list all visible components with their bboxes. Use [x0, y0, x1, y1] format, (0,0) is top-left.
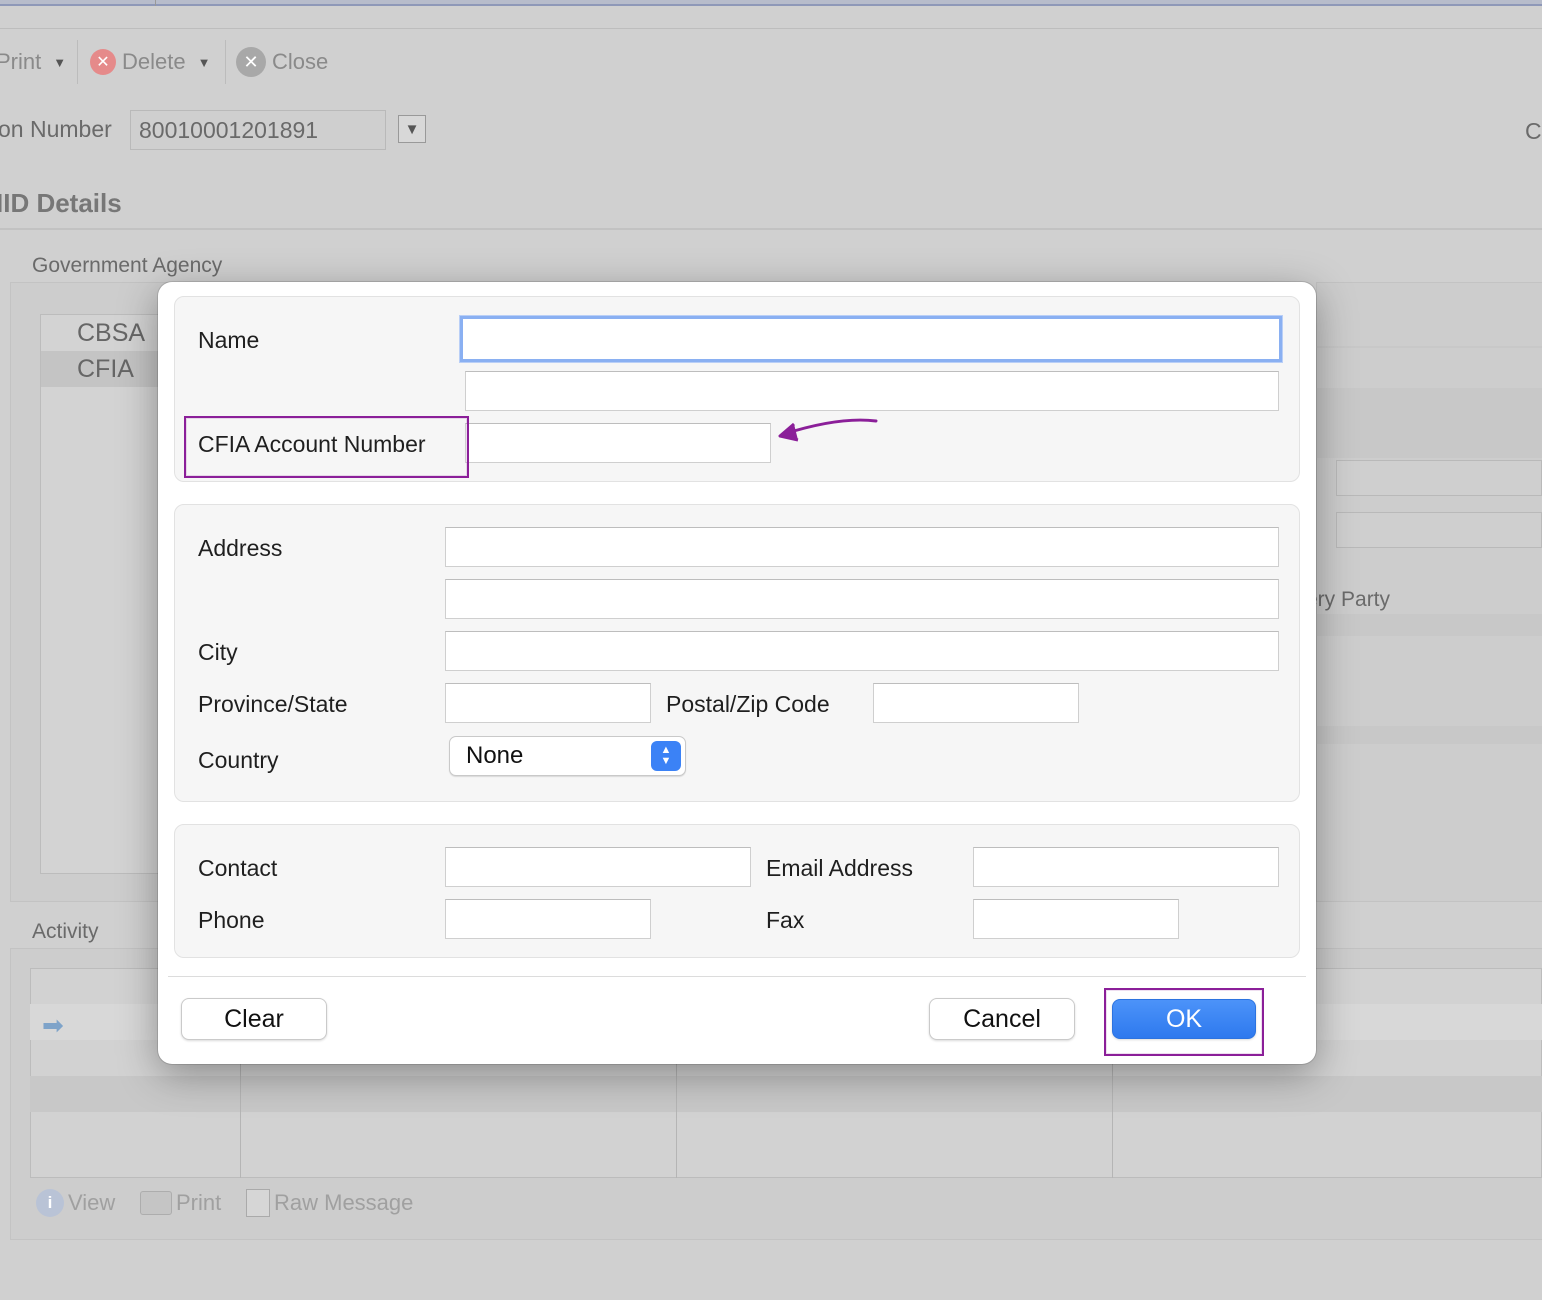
dropdown-arrow-icon: ▼: [404, 120, 420, 138]
delete-menu-button[interactable]: ✕ Delete ▼: [90, 46, 210, 78]
section-heading: IID Details: [0, 188, 122, 218]
address-label: Address: [198, 535, 283, 561]
agency-item-cfia[interactable]: CFIA: [41, 351, 169, 387]
view-button[interactable]: i View: [36, 1186, 115, 1220]
close-icon: ✕: [236, 47, 266, 77]
activity-label: Activity: [32, 920, 99, 943]
updown-chevron-icon: ▲ ▼: [651, 741, 681, 771]
right-row-shade: [1316, 726, 1542, 744]
window-top-edge: [0, 0, 1542, 6]
name-line2-input[interactable]: [465, 371, 1279, 411]
country-select[interactable]: None ▲ ▼: [449, 736, 686, 776]
province-label: Province/State: [198, 691, 348, 717]
close-label: Close: [272, 49, 329, 74]
tab-separator: [155, 0, 156, 6]
table-row[interactable]: [30, 1076, 1542, 1112]
right-divider: [1316, 346, 1542, 348]
city-label: City: [198, 639, 238, 665]
transaction-dropdown-button[interactable]: ▼: [398, 115, 426, 143]
delivery-party-label: ery Party: [1306, 588, 1391, 611]
name-input[interactable]: [460, 316, 1282, 362]
province-input[interactable]: [445, 683, 651, 723]
delete-icon: ✕: [90, 49, 116, 75]
agency-item-cbsa[interactable]: CBSA: [41, 315, 169, 351]
annotation-highlight-box: [184, 416, 469, 478]
info-icon: i: [36, 1189, 64, 1217]
cancel-button[interactable]: Cancel: [929, 998, 1075, 1040]
raw-message-button[interactable]: Raw Message: [246, 1186, 413, 1220]
chevron-down-icon: ▼: [197, 54, 211, 70]
view-label: View: [68, 1190, 116, 1215]
government-agency-label: Government Agency: [32, 254, 223, 277]
right-row-shade: [1316, 388, 1542, 458]
column-divider: [1112, 1064, 1113, 1178]
annotation-arrow-icon: [778, 418, 878, 442]
printer-icon: [140, 1191, 172, 1215]
print-menu-button[interactable]: Print ▼: [0, 46, 66, 78]
address-line1-input[interactable]: [445, 527, 1279, 567]
clear-button[interactable]: Clear: [181, 998, 327, 1040]
country-label: Country: [198, 747, 279, 773]
annotation-highlight-box: [1104, 988, 1264, 1056]
postal-code-label: Postal/Zip Code: [666, 691, 830, 717]
document-icon: [246, 1189, 270, 1217]
toolbar-top-border: [0, 28, 1542, 29]
current-row-arrow-icon: ➡: [42, 1010, 64, 1040]
column-divider: [676, 1064, 677, 1178]
contact-label: Contact: [198, 855, 278, 881]
phone-input[interactable]: [445, 899, 651, 939]
print-activity-label: Print: [176, 1190, 222, 1215]
close-button[interactable]: ✕ Close: [236, 46, 328, 78]
section-divider: [0, 228, 1542, 230]
delete-label: Delete: [122, 49, 186, 74]
right-field-2[interactable]: [1336, 512, 1542, 548]
toolbar-divider: [225, 40, 226, 84]
raw-message-label: Raw Message: [274, 1190, 414, 1215]
country-selected-value: None: [466, 742, 524, 769]
right-edge-label: C: [1525, 118, 1542, 144]
transaction-number-field[interactable]: 80010001201891: [130, 110, 386, 150]
print-activity-button[interactable]: Print: [140, 1186, 221, 1220]
chevron-down-icon: ▼: [53, 54, 67, 70]
postal-code-input[interactable]: [873, 683, 1079, 723]
right-field-1[interactable]: [1336, 460, 1542, 496]
print-label: Print: [0, 49, 42, 74]
footer-divider: [168, 976, 1306, 977]
party-details-dialog: Name CFIA Account Number Address City Pr…: [158, 282, 1316, 1064]
cfia-account-input[interactable]: [465, 423, 771, 463]
email-label: Email Address: [766, 855, 914, 881]
right-row-shade: [1316, 614, 1542, 636]
contact-input[interactable]: [445, 847, 751, 887]
city-input[interactable]: [445, 631, 1279, 671]
fax-input[interactable]: [973, 899, 1179, 939]
email-input[interactable]: [973, 847, 1279, 887]
name-label: Name: [198, 327, 260, 353]
transaction-number-label: on Number: [0, 116, 112, 142]
column-divider: [240, 1064, 241, 1178]
address-line2-input[interactable]: [445, 579, 1279, 619]
phone-label: Phone: [198, 907, 265, 933]
agency-list: CBSA CFIA: [40, 314, 170, 874]
toolbar-divider: [77, 40, 78, 84]
fax-label: Fax: [766, 907, 805, 933]
